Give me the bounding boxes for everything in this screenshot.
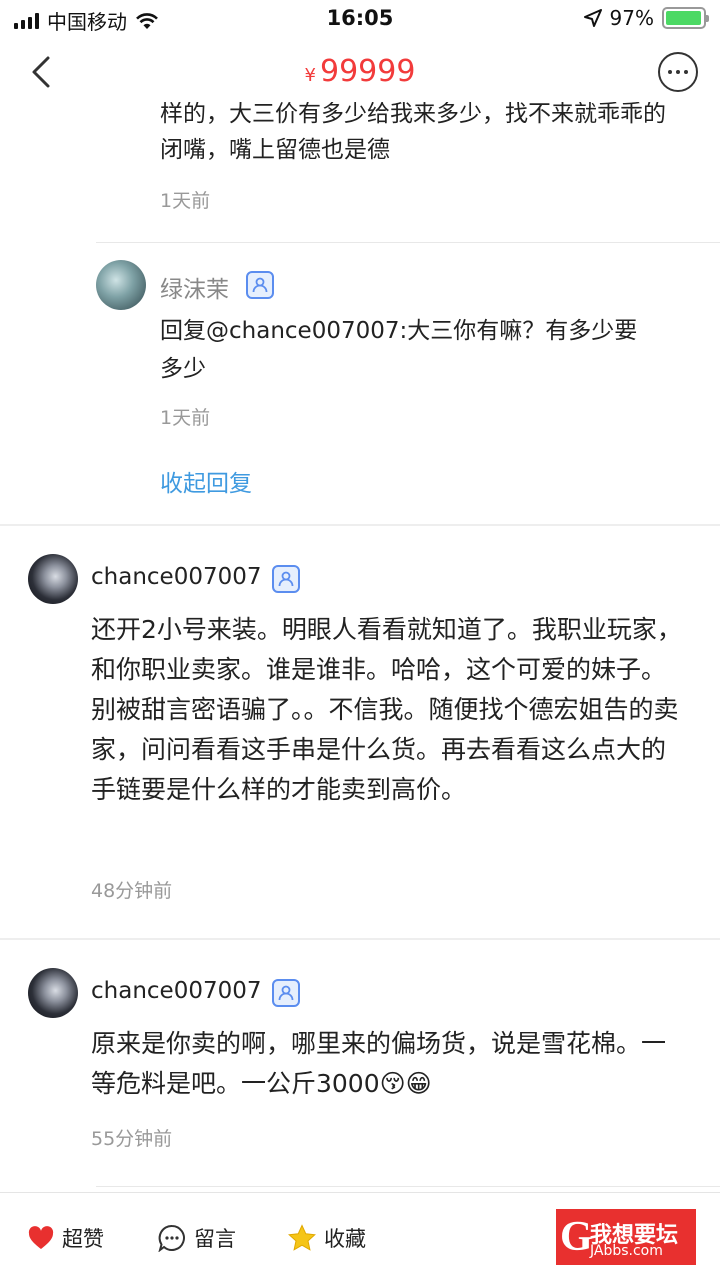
status-right: 97% <box>583 6 709 30</box>
reply-text-clipped: 样的，大三价有多少给我来多少，找不来就乖乖的闭嘴，嘴上留德也是德 <box>160 102 666 163</box>
verified-badge-icon <box>272 979 300 1007</box>
star-icon <box>288 1224 316 1251</box>
reply-time-clipped: 1天前 <box>160 190 211 212</box>
like-button[interactable]: 超赞 <box>28 1223 104 1253</box>
divider <box>96 242 720 243</box>
comment-time: 55分钟前 <box>91 1128 173 1150</box>
location-arrow-icon <box>583 9 602 27</box>
comment-time: 48分钟前 <box>91 880 173 902</box>
comments-list[interactable]: 样的，大三价有多少给我来多少，找不来就乖乖的闭嘴，嘴上留德也是德 1天前 绿沫茉… <box>0 102 720 1192</box>
reply-username[interactable]: 绿沫茉 <box>160 270 229 304</box>
bottom-action-bar: 超赞 留言 收藏 G 我想要坛 JAbbs.com <box>0 1192 720 1280</box>
comment-button[interactable]: 留言 <box>158 1223 236 1253</box>
nav-header: ¥99999 <box>0 40 720 102</box>
status-bar: 中国移动 16:05 97% <box>0 0 720 40</box>
avatar[interactable] <box>28 968 78 1018</box>
more-dot-icon <box>684 70 688 74</box>
favorite-label: 收藏 <box>324 1227 366 1251</box>
battery-percent: 97% <box>609 6 654 30</box>
more-options-button[interactable] <box>658 52 698 92</box>
section-divider <box>0 938 720 940</box>
avatar[interactable] <box>96 260 146 310</box>
reply-text: 回复@chance007007:大三你有嘛？有多少要多少 <box>160 318 638 382</box>
more-dot-icon <box>668 70 672 74</box>
reply-time: 1天前 <box>160 407 211 429</box>
comment-username[interactable]: chance007007 <box>91 564 262 590</box>
comment-username[interactable]: chance007007 <box>91 978 262 1004</box>
section-divider <box>0 524 720 526</box>
divider <box>96 1186 720 1187</box>
heart-icon <box>28 1226 54 1249</box>
watermark-glyph: G <box>560 1214 593 1260</box>
battery-icon <box>662 7 709 29</box>
comment-text: 还开2小号来装。明眼人看看就知道了。我职业玩家，和你职业卖家。谁是谁非。哈哈，这… <box>91 615 682 804</box>
chat-bubble-icon <box>158 1224 185 1252</box>
watermark-logo: G 我想要坛 JAbbs.com <box>556 1209 696 1265</box>
price-title: ¥99999 <box>0 54 720 89</box>
comment-text: 原来是你卖的啊，哪里来的偏场货，说是雪花棉。一等危料是吧。一公斤3000😚😁 <box>91 1029 667 1098</box>
watermark-sub: JAbbs.com <box>590 1243 663 1259</box>
more-dot-icon <box>676 70 680 74</box>
price-value: 99999 <box>320 54 416 89</box>
avatar[interactable] <box>28 554 78 604</box>
collapse-replies-link[interactable]: 收起回复 <box>160 464 252 498</box>
favorite-button[interactable]: 收藏 <box>288 1223 366 1253</box>
like-label: 超赞 <box>62 1227 104 1251</box>
verified-badge-icon <box>246 271 274 299</box>
battery-level <box>666 11 701 25</box>
currency-symbol: ¥ <box>304 65 316 86</box>
verified-badge-icon <box>272 565 300 593</box>
comment-label: 留言 <box>194 1227 236 1251</box>
